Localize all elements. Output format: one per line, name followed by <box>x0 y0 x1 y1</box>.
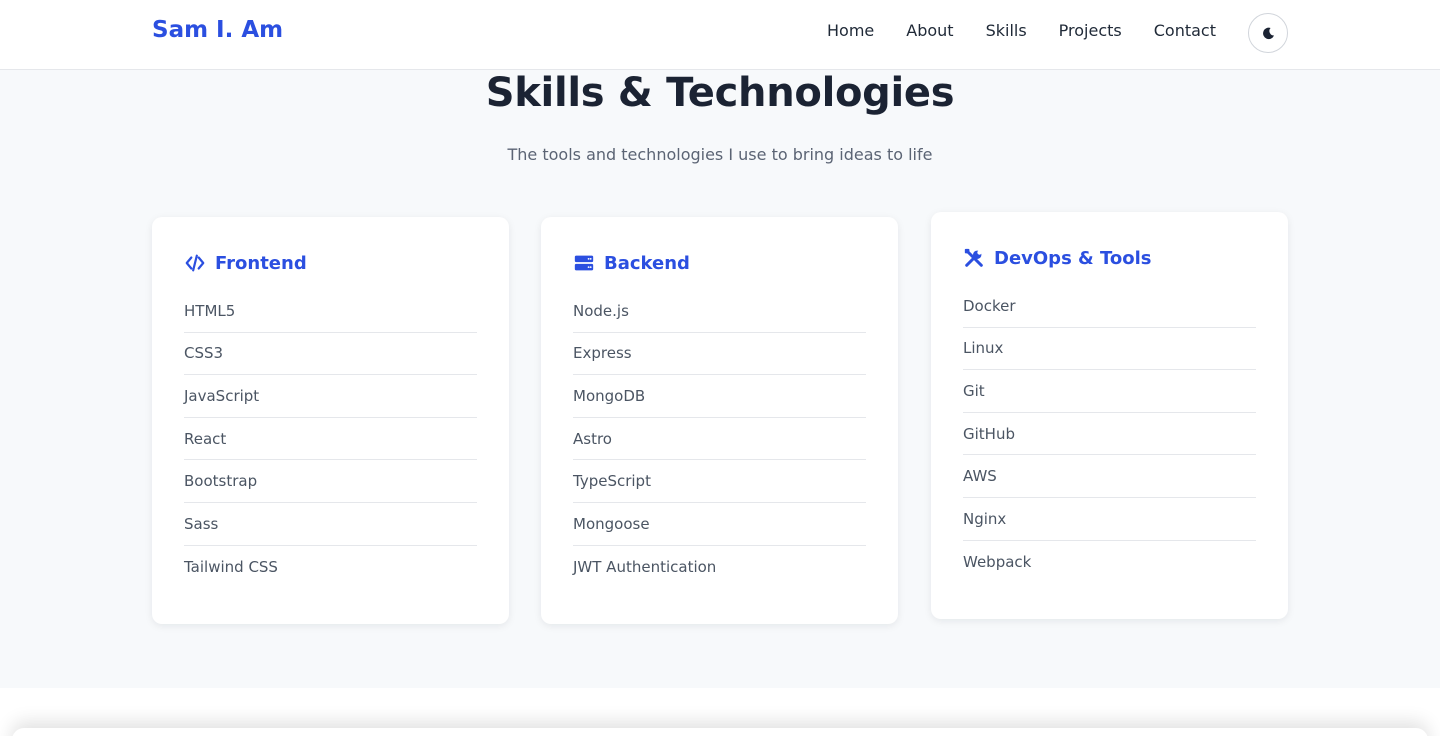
skill-card-frontend: Frontend HTML5 CSS3 JavaScript React Boo… <box>152 217 509 624</box>
skill-item: Astro <box>573 418 866 461</box>
section-subtitle: The tools and technologies I use to brin… <box>507 145 933 164</box>
skill-item: TypeScript <box>573 460 866 503</box>
nav-link-contact[interactable]: Contact <box>1154 21 1216 40</box>
skill-item: Node.js <box>573 290 866 333</box>
next-section-card <box>12 728 1428 736</box>
skill-item: CSS3 <box>184 333 477 376</box>
nav-link-skills[interactable]: Skills <box>986 21 1027 40</box>
skill-item: AWS <box>963 455 1256 498</box>
skill-list: HTML5 CSS3 JavaScript React Bootstrap Sa… <box>184 290 477 588</box>
tools-icon <box>964 248 983 267</box>
nav-links: Home About Skills Projects Contact <box>827 21 1216 40</box>
skill-item: Git <box>963 370 1256 413</box>
nav-link-about[interactable]: About <box>906 21 953 40</box>
code-icon <box>185 254 205 272</box>
skill-item: JavaScript <box>184 375 477 418</box>
brand-logo[interactable]: Sam I. Am <box>152 17 283 43</box>
nav-link-home[interactable]: Home <box>827 21 874 40</box>
skill-item: MongoDB <box>573 375 866 418</box>
skill-item: Express <box>573 333 866 376</box>
skill-item: GitHub <box>963 413 1256 456</box>
moon-icon <box>1262 27 1274 39</box>
card-header: Backend <box>573 249 866 277</box>
card-header: Frontend <box>184 249 477 277</box>
skill-list: Docker Linux Git GitHub AWS Nginx Webpac… <box>963 285 1256 583</box>
skill-item: Webpack <box>963 552 1032 571</box>
skill-item: JWT Authentication <box>573 557 717 576</box>
skill-list: Node.js Express MongoDB Astro TypeScript… <box>573 290 866 588</box>
skill-item: Sass <box>184 503 477 546</box>
skill-item: HTML5 <box>184 290 477 333</box>
skill-item: Tailwind CSS <box>184 557 278 576</box>
skill-item: Linux <box>963 328 1256 371</box>
section-title: Skills & Technologies <box>485 70 955 116</box>
skill-card-backend: Backend Node.js Express MongoDB Astro Ty… <box>541 217 898 624</box>
nav-link-projects[interactable]: Projects <box>1059 21 1122 40</box>
card-title: Frontend <box>215 252 307 274</box>
skill-item: Nginx <box>963 498 1256 541</box>
navbar: Sam I. Am Home About Skills Projects Con… <box>0 0 1440 70</box>
skill-card-devops: DevOps & Tools Docker Linux Git GitHub A… <box>931 212 1288 619</box>
card-title: Backend <box>604 252 690 274</box>
card-title: DevOps & Tools <box>994 247 1152 269</box>
skill-item: Bootstrap <box>184 460 477 503</box>
skill-item: Mongoose <box>573 503 866 546</box>
skill-item: React <box>184 418 477 461</box>
next-section <box>0 688 1440 736</box>
skill-item: Docker <box>963 285 1256 328</box>
server-icon <box>574 255 594 271</box>
theme-toggle-button[interactable] <box>1248 13 1288 53</box>
card-header: DevOps & Tools <box>963 244 1256 272</box>
